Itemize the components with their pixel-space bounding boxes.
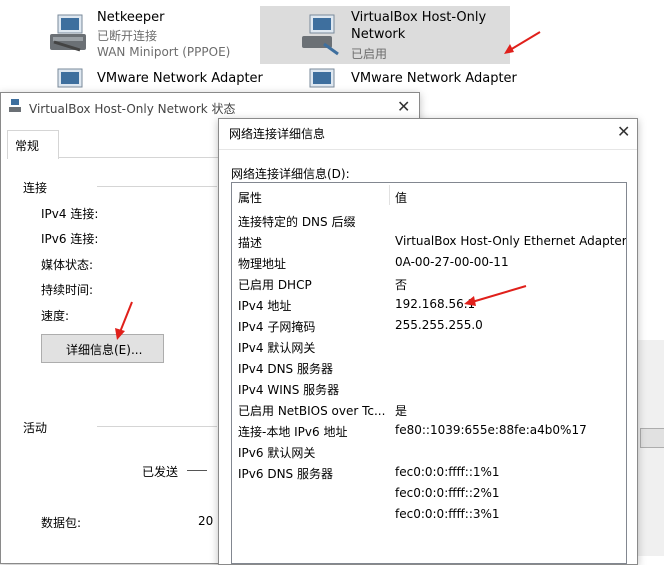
details-caption: 网络连接详细信息(D): [231,167,350,181]
row-value: VirtualBox Host-Only Ethernet Adapter [395,234,627,248]
close-icon[interactable]: ✕ [617,124,630,140]
row-property: 连接特定的 DNS 后缀 [238,215,356,229]
row-value: 0A-00-27-00-00-11 [395,255,509,269]
sent-line [187,470,207,471]
table-row[interactable]: IPv4 WINS 服务器 [232,378,626,399]
annotation-arrow [464,285,527,306]
annotation-arrow [115,301,133,340]
packets-sent-value: 20 [198,514,214,528]
adapter-vmware-2[interactable]: VMware Network Adapter [292,66,517,90]
activity-computer-icon [1,93,2,94]
details-button-label: 详细信息(E)... [66,343,143,357]
row-property: 物理地址 [238,257,287,271]
column-divider[interactable] [389,185,390,205]
table-row[interactable]: 已启用 DHCP 否 [232,273,626,294]
window-title: 网络连接详细信息 [229,127,326,141]
row-value: fec0:0:0:ffff::1%1 [395,465,500,479]
adapter-name: VMware Network Adapter [97,71,263,86]
field-duration: 持续时间: [41,283,94,297]
tab-general[interactable]: 常规 [7,130,59,159]
column-header-value[interactable]: 值 [395,189,407,206]
table-row[interactable]: 连接特定的 DNS 后缀 [232,210,626,231]
table-row[interactable]: 物理地址 0A-00-27-00-00-11 [232,252,626,273]
group-line [97,186,217,187]
row-value: 是 [395,404,408,418]
adapter-status: 已启用 [351,47,388,61]
row-value: 255.255.255.0 [395,318,483,332]
table-row[interactable]: 已启用 NetBIOS over Tc... 是 [232,399,626,420]
row-property: 描述 [238,236,263,250]
row-property: IPv4 DNS 服务器 [238,362,333,376]
row-property: 已启用 NetBIOS over Tc... [238,404,386,418]
tab-label: 常规 [15,139,40,153]
field-ipv4: IPv4 连接: [41,207,99,221]
adapter-name: VirtualBox Host-Only [351,10,487,25]
window-title: VirtualBox Host-Only Network 状态 [29,102,236,116]
field-ipv6: IPv6 连接: [41,232,99,246]
row-value: fe80::1039:655e:88fe:a4b0%17 [395,423,587,437]
row-property: 已启用 DHCP [238,278,312,292]
row-property: IPv4 地址 [238,299,292,313]
table-row[interactable]: IPv4 默认网关 [232,336,626,357]
adapter-vmware-1[interactable]: VMware Network Adapter [40,66,263,90]
grid-header: 属性 值 [232,183,626,209]
connection-group-header: 连接 [23,181,48,195]
adapter-device: WAN Miniport (PPPOE) [97,45,231,59]
group-line [97,426,217,427]
adapter-name-line2: Network [351,27,406,42]
table-row[interactable]: IPv4 子网掩码 255.255.255.0 [232,315,626,336]
field-media: 媒体状态: [41,258,94,272]
adapter-virtualbox[interactable]: VirtualBox Host-Only Network 已启用 [292,6,502,62]
details-button[interactable]: 详细信息(E)... [41,334,164,363]
activity-group-header: 活动 [23,421,48,435]
sent-label: 已发送 [142,465,179,479]
background-window-edge [636,340,664,556]
details-grid[interactable]: 属性 值 连接特定的 DNS 后缀 描述 VirtualBox Host-Only… [231,182,627,564]
table-row[interactable]: 连接-本地 IPv6 地址 fe80::1039:655e:88fe:a4b0%1… [232,420,626,441]
network-adapter-icon [302,14,339,56]
details-window: 网络连接详细信息 ✕ 网络连接详细信息(D): 属性 值 连接特定的 DNS 后… [218,118,638,565]
table-row[interactable]: IPv6 默认网关 [232,441,626,462]
adapter-name: Netkeeper [97,10,165,25]
table-row[interactable]: fec0:0:0:ffff::3%1 [232,504,626,525]
network-adapter-icon [50,14,86,52]
annotation-arrow [504,31,541,54]
row-property: 连接-本地 IPv6 地址 [238,425,348,439]
network-adapter-icon [309,68,335,88]
row-property: IPv4 WINS 服务器 [238,383,340,397]
close-icon[interactable]: ✕ [397,99,410,115]
network-adapter-icon [57,68,83,88]
adapter-name: VMware Network Adapter [351,71,517,86]
scroll-stub [640,428,664,448]
row-property: IPv4 子网掩码 [238,320,316,334]
table-row[interactable]: IPv4 地址 192.168.56.1 [232,294,626,315]
row-value: 否 [395,278,408,292]
window-adapter-icon [9,99,21,112]
row-property: IPv6 默认网关 [238,446,316,460]
row-value: fec0:0:0:ffff::2%1 [395,486,500,500]
column-header-property[interactable]: 属性 [238,189,262,206]
adapter-status: 已断开连接 [97,29,158,43]
table-row[interactable]: fec0:0:0:ffff::2%1 [232,483,626,504]
row-value: fec0:0:0:ffff::3%1 [395,507,500,521]
adapter-netkeeper[interactable]: Netkeeper 已断开连接 WAN Miniport (PPPOE) [40,6,250,62]
field-speed: 速度: [41,309,70,323]
packets-label: 数据包: [41,516,82,530]
table-row[interactable]: IPv4 DNS 服务器 [232,357,626,378]
row-property: IPv6 DNS 服务器 [238,467,333,481]
table-row[interactable]: 描述 VirtualBox Host-Only Ethernet Adapter [232,231,626,252]
row-property: IPv4 默认网关 [238,341,316,355]
table-row[interactable]: IPv6 DNS 服务器 fec0:0:0:ffff::1%1 [232,462,626,483]
title-separator [219,149,637,150]
